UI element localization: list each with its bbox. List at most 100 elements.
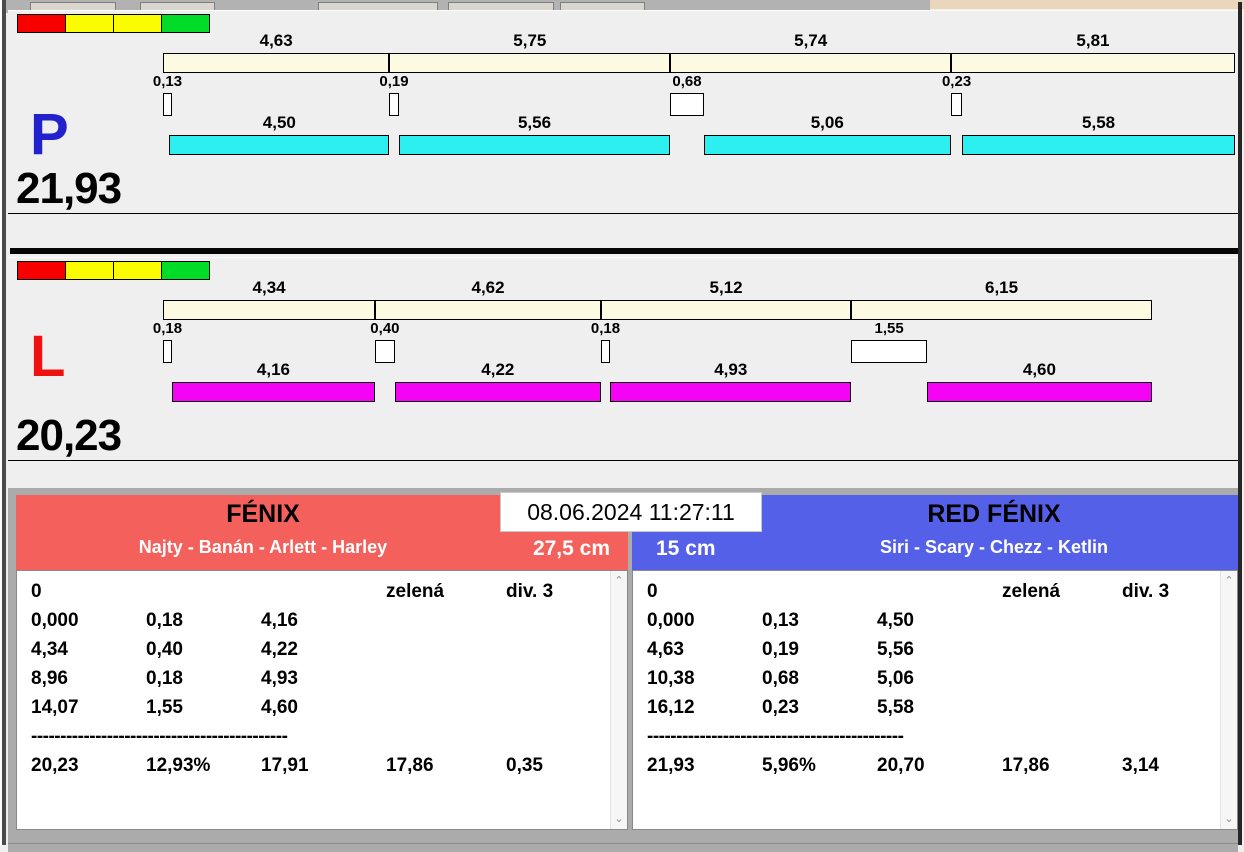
scroll-up-icon[interactable]: ⌃	[1221, 574, 1237, 588]
split-bar-segment	[600, 300, 852, 320]
table-cell: div. 3	[506, 581, 554, 602]
team-names-zone: RED FÉNIX Siri - Scary - Chezz - Ketlin	[750, 495, 1238, 570]
split-bar-segment	[389, 53, 671, 73]
table-cell: div. 3	[1122, 581, 1170, 602]
table-row: 0,000 0,18 4,16	[17, 606, 610, 635]
table-row: 8,96 0,18 4,93	[17, 664, 610, 693]
table-row: 4,34 0,40 4,22	[17, 635, 610, 664]
teams-section: FÉNIX Najty - Banán - Arlett - Harley 27…	[8, 488, 1238, 852]
lane-letter: L	[30, 324, 66, 389]
scroll-down-icon[interactable]: ⌄	[611, 812, 627, 826]
run-time-label: 4,50	[262, 113, 296, 132]
table-cell	[1002, 635, 1122, 664]
exchange-box	[600, 340, 610, 363]
split-bar-segment	[851, 300, 1152, 320]
desktop-background-sliver	[930, 0, 1244, 9]
run-bar	[171, 382, 376, 402]
scrollbar[interactable]: ⌃ ⌄	[610, 571, 627, 829]
table-cell: 21,93	[647, 755, 695, 776]
table-cell: 0	[31, 581, 42, 602]
table-row: 0,000 0,13 4,50	[633, 606, 1220, 635]
dashed-separator: ----------------------------------------…	[31, 726, 288, 747]
exchange-box	[389, 93, 399, 116]
run-time-label: 4,93	[714, 360, 748, 379]
exchange-time-label: 0,23	[941, 73, 972, 90]
run-time-label: 5,56	[517, 113, 552, 132]
table-cell: 12,93%	[146, 755, 211, 776]
lane-letter: P	[30, 102, 69, 167]
run-bar	[394, 382, 601, 402]
run-time-label: 5,58	[1082, 113, 1116, 132]
status-strip	[17, 14, 210, 33]
table-cell	[1122, 606, 1220, 635]
table-cell: 0,19	[762, 639, 799, 660]
exchange-box	[163, 340, 172, 363]
scroll-up-icon[interactable]: ⌃	[611, 574, 627, 588]
table-cell: 5,58	[877, 697, 914, 718]
run-time-label: 4,16	[256, 360, 291, 379]
table-cell: 0,000	[31, 610, 79, 631]
table-row: 16,12 0,23 5,58	[633, 693, 1220, 722]
run-bar	[703, 135, 951, 155]
table-cell: 4,22	[261, 639, 298, 660]
table-cell: 17,91	[261, 755, 309, 776]
split-time-label: 5,12	[709, 278, 743, 297]
table-row: 0 zelená div. 3	[633, 577, 1220, 606]
split-time-label: 4,63	[259, 31, 293, 50]
table-cell	[877, 577, 1002, 606]
exchange-time-label: 1,55	[874, 320, 904, 337]
table-cell	[1122, 664, 1220, 693]
table-cell	[386, 635, 506, 664]
results-text-area[interactable]: 0 zelená div. 3 0,000 0,18 4,16 4,34 0,40 4,22 8,…	[16, 570, 628, 830]
table-cell	[1002, 693, 1122, 722]
split-bar-segment	[163, 53, 390, 73]
exchange-time-label: 0,13	[152, 73, 183, 90]
table-cell	[1122, 693, 1220, 722]
split-time-label: 5,74	[794, 31, 828, 50]
table-cell: 5,06	[877, 668, 914, 689]
table-cell: 0,18	[146, 668, 183, 689]
results-rows: 0 zelená div. 3 0,000 0,18 4,16 4,34 0,40 4,22 8,…	[17, 577, 610, 780]
exchange-time-label: 0,18	[590, 320, 621, 337]
status-light	[161, 261, 210, 280]
results-text-area[interactable]: 0 zelená div. 3 0,000 0,13 4,50 4,63 0,19 5,56 10…	[632, 570, 1238, 830]
jump-height-label: 15 cm	[656, 537, 716, 560]
window-border	[2, 0, 6, 845]
table-cell: 8,96	[31, 668, 68, 689]
table-cell: 16,12	[647, 697, 695, 718]
lane-separator-bar	[10, 248, 1238, 254]
split-bar-segment	[163, 300, 376, 320]
table-cell: 17,86	[386, 755, 434, 776]
table-cell: 5,96%	[762, 755, 816, 776]
lane-total-time: 21,93	[16, 164, 122, 213]
table-cell: 4,60	[261, 697, 298, 718]
team-name: FÉNIX	[226, 500, 300, 528]
table-cell: zelená	[386, 581, 445, 602]
status-light	[161, 14, 210, 33]
table-row: 21,93 5,96% 20,70 17,86 3,14	[633, 751, 1220, 780]
exchange-box	[375, 340, 395, 363]
team-dogs: Najty - Banán - Arlett - Harley	[138, 537, 388, 557]
run-bar	[398, 135, 671, 155]
table-row: 20,23 12,93% 17,91 17,86 0,35	[17, 751, 610, 780]
table-cell: 5,56	[877, 639, 914, 660]
exchange-box	[163, 93, 172, 116]
run-bar	[962, 135, 1235, 155]
scrollbar[interactable]: ⌃ ⌄	[1220, 571, 1237, 829]
table-cell: 0,13	[762, 610, 799, 631]
window-border	[1238, 2, 1242, 845]
status-light	[113, 14, 162, 33]
exchange-time-label: 0,18	[152, 320, 183, 337]
jump-height-label: 27,5 cm	[532, 537, 610, 560]
team-panel-fenix: FÉNIX Najty - Banán - Arlett - Harley 27…	[16, 495, 628, 830]
split-bar-segment	[950, 53, 1235, 73]
exchange-time-label: 0,40	[370, 320, 400, 337]
table-row: 4,63 0,19 5,56	[633, 635, 1220, 664]
team-names-zone: FÉNIX Najty - Banán - Arlett - Harley	[16, 495, 510, 570]
table-row: 14,07 1,55 4,60	[17, 693, 610, 722]
table-cell: 0	[647, 581, 658, 602]
scroll-down-icon[interactable]: ⌄	[1221, 812, 1237, 826]
table-cell	[386, 693, 506, 722]
table-cell: zelená	[1002, 581, 1061, 602]
status-light	[17, 14, 66, 33]
